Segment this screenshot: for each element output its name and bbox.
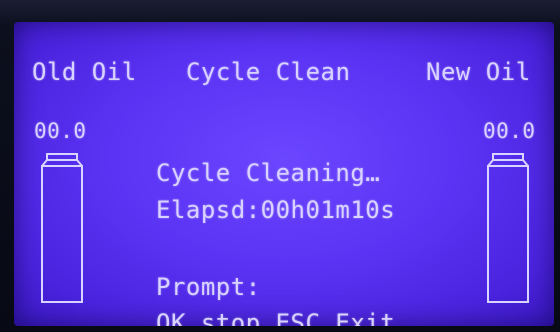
old-oil-tank-icon [41,153,83,303]
status-line-cleaning: Cycle Cleaning… [156,159,381,187]
old-oil-tank-cap [46,153,78,161]
new-oil-tank-icon [487,153,529,303]
new-oil-label: New Oil [426,58,531,86]
new-oil-tank-cap [492,153,524,161]
lcd-screen: Old Oil Cycle Clean New Oil 00.0 00.0 Cy… [14,22,554,326]
old-oil-tank-body [41,165,83,303]
prompt-label: Prompt: [156,273,261,301]
new-oil-level: 00.0 [483,119,536,143]
mode-title: Cycle Clean [186,58,351,86]
old-oil-level: 00.0 [34,119,87,143]
prompt-instructions: OK stop,ESC Exit [156,309,396,326]
new-oil-tank-body [487,165,529,303]
status-line-elapsed: Elapsd:00h01m10s [156,196,396,224]
old-oil-label: Old Oil [32,58,137,86]
